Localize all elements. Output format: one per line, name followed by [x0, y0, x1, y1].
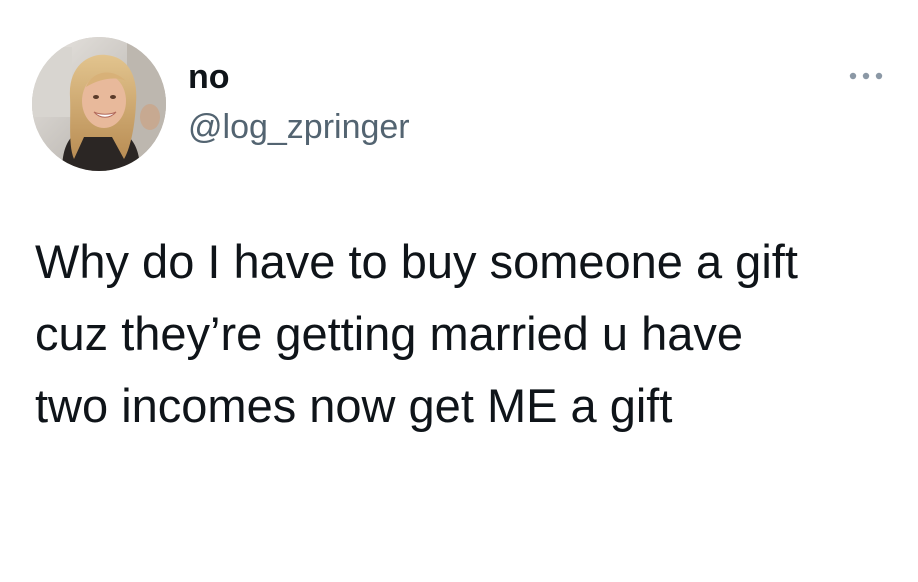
- display-name[interactable]: no: [188, 57, 230, 97]
- more-options-button[interactable]: [846, 64, 886, 88]
- tweet-card: no @log_zpringer Why do I have to buy so…: [0, 0, 918, 582]
- avatar-photo: [32, 37, 166, 171]
- tweet-text-line: cuz they’re getting married u have: [35, 307, 743, 360]
- user-handle[interactable]: @log_zpringer: [188, 107, 410, 147]
- tweet-text-line: Why do I have to buy someone a gift: [35, 235, 798, 288]
- avatar[interactable]: [32, 37, 166, 171]
- tweet-text-line: two incomes now get ME a gift: [35, 379, 673, 432]
- tweet-text: Why do I have to buy someone a gift cuz …: [35, 226, 895, 442]
- more-horizontal-icon: [849, 72, 883, 80]
